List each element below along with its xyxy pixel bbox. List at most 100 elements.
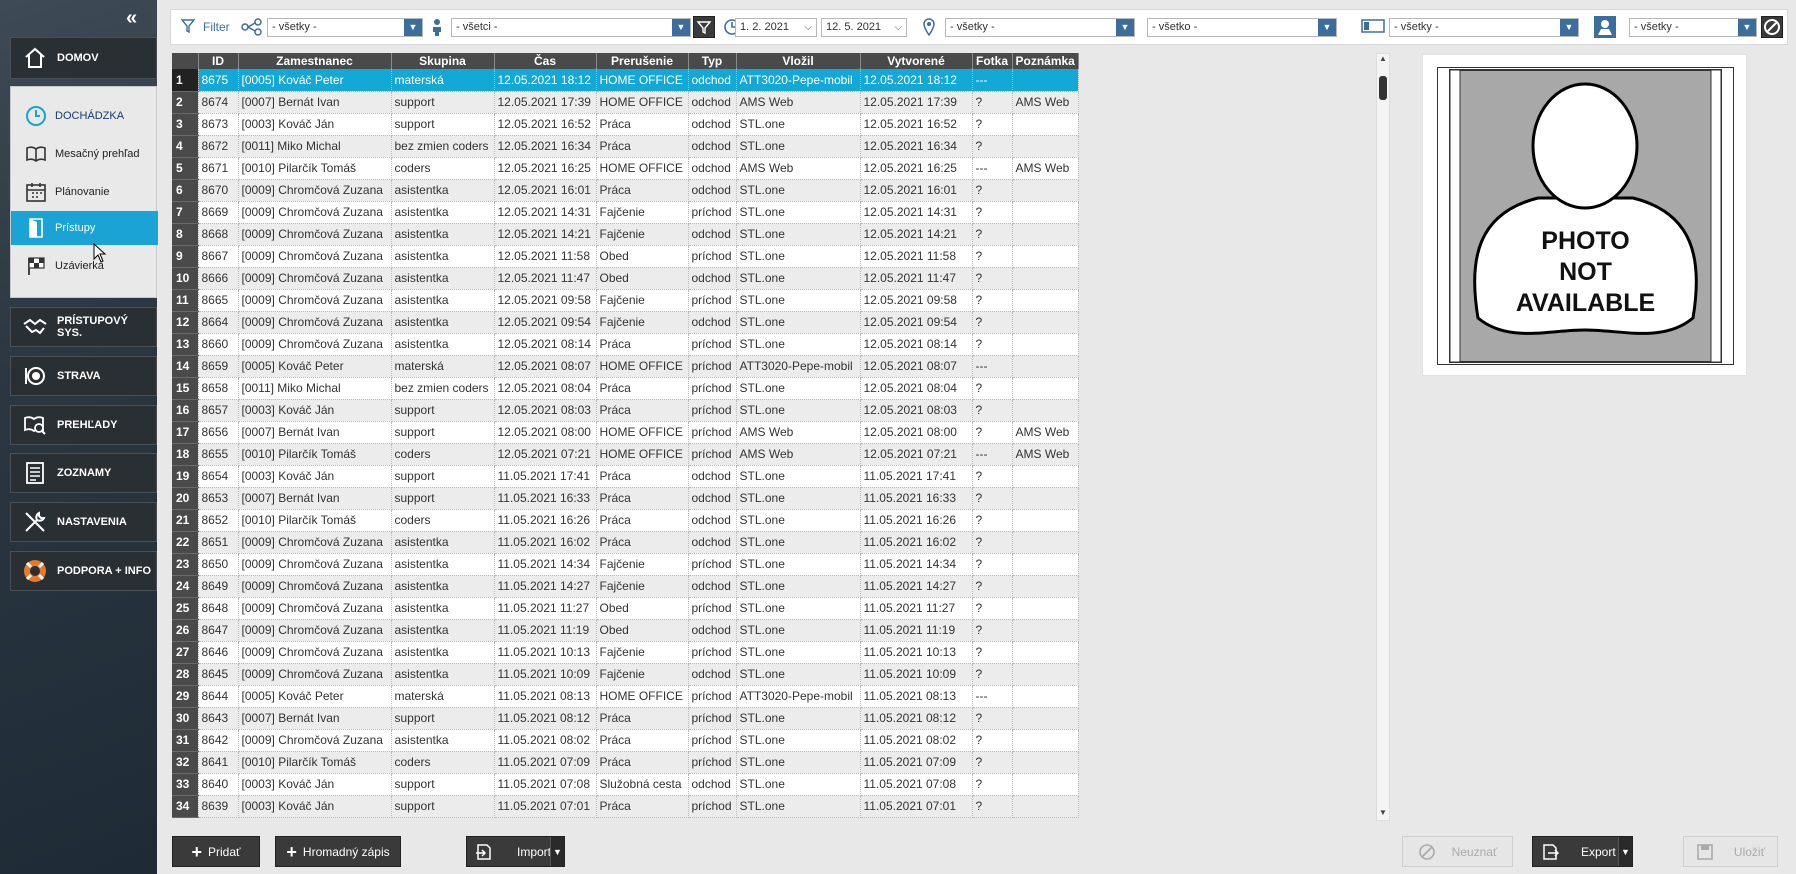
location-select[interactable]: - všetky - ▼	[945, 18, 1135, 37]
table-row[interactable]: 27 8646 [0009] Chromčová Zuzana asistentka 1…	[172, 641, 1079, 664]
type-select-value: - všetko -	[1152, 21, 1198, 33]
table-row[interactable]: 33 8640 [0003] Kováč Ján support 11.05.2021 …	[172, 773, 1079, 796]
table-row[interactable]: 13 8660 [0009] Chromčová Zuzana asistentka 1…	[172, 333, 1079, 356]
row-number-cell: 14	[172, 355, 199, 378]
table-row[interactable]: 14 8659 [0005] Kováč Peter materská 12.05.20…	[172, 355, 1079, 378]
date-from-input[interactable]: 1. 2. 2021 ⌵	[735, 18, 817, 37]
table-row[interactable]: 2 8674 [0007] Bernát Ivan support 12.05.2021…	[172, 91, 1079, 114]
table-row[interactable]: 28 8645 [0009] Chromčová Zuzana asistentka 1…	[172, 663, 1079, 686]
table-row[interactable]: 34 8639 [0003] Kováč Ján support 11.05.2021 …	[172, 795, 1079, 818]
terminal-select[interactable]: - všetky - ▼	[1389, 18, 1579, 37]
interruption-cell: Práca	[596, 729, 689, 752]
apply-filter-button[interactable]	[693, 16, 715, 38]
col-type[interactable]: Typ	[688, 53, 737, 69]
time-cell: 12.05.2021 16:52	[494, 113, 597, 136]
collapse-sidebar-icon[interactable]: «	[126, 8, 146, 28]
table-row[interactable]: 29 8644 [0005] Kováč Peter materská 11.05.20…	[172, 685, 1079, 708]
table-row[interactable]: 10 8666 [0009] Chromčová Zuzana asistentka 1…	[172, 267, 1079, 290]
table-row[interactable]: 3 8673 [0003] Kováč Ján support 12.05.2021 1…	[172, 113, 1079, 136]
nav-reports[interactable]: PREHĽADY	[10, 405, 157, 445]
col-interruption[interactable]: Prerušenie	[596, 53, 689, 69]
submenu-head-dochadzka[interactable]: DOCHÁDZKA	[11, 99, 158, 133]
reject-button[interactable]: Neuznať	[1402, 836, 1513, 867]
table-row[interactable]: 24 8649 [0009] Chromčová Zuzana asistentka 1…	[172, 575, 1079, 598]
table-row[interactable]: 6 8670 [0009] Chromčová Zuzana asistentka 12…	[172, 179, 1079, 202]
submenu-item-monthly[interactable]: Mesačný prehľad	[11, 137, 158, 171]
nav-settings[interactable]: NASTAVENIA	[10, 502, 157, 542]
created-cell: 12.05.2021 08:14	[860, 333, 973, 356]
table-row[interactable]: 12 8664 [0009] Chromčová Zuzana asistentka 1…	[172, 311, 1079, 334]
table-row[interactable]: 31 8642 [0009] Chromčová Zuzana asistentka 1…	[172, 729, 1079, 752]
table-row[interactable]: 26 8647 [0009] Chromčová Zuzana asistentka 1…	[172, 619, 1079, 642]
import-button[interactable]: Import ▼	[466, 836, 565, 867]
group-select[interactable]: - všetky - ▼	[267, 18, 423, 37]
col-photo[interactable]: Fotka	[972, 53, 1013, 69]
table-row[interactable]: 11 8665 [0009] Chromčová Zuzana asistentka 1…	[172, 289, 1079, 312]
group-cell: asistentka	[391, 311, 495, 334]
export-icon	[1543, 843, 1559, 860]
table-row[interactable]: 16 8657 [0003] Kováč Ján support 12.05.2021 …	[172, 399, 1079, 422]
col-employee[interactable]: Zamestnanec	[238, 53, 392, 69]
nav-lists[interactable]: ZOZNAMY	[10, 453, 157, 493]
submenu-item-access[interactable]: Prístupy	[11, 211, 158, 245]
export-button[interactable]: Export ▼	[1532, 836, 1633, 867]
time-cell: 12.05.2021 08:14	[494, 333, 597, 356]
col-created[interactable]: Vytvorené	[860, 53, 973, 69]
export-dropdown-icon[interactable]: ▼	[1618, 837, 1632, 866]
table-row[interactable]: 20 8653 [0007] Bernát Ivan support 11.05.202…	[172, 487, 1079, 510]
table-row[interactable]: 4 8672 [0011] Miko Michal bez zmien coders 1…	[172, 135, 1079, 158]
table-row[interactable]: 15 8658 [0011] Miko Michal bez zmien coders…	[172, 377, 1079, 400]
date-to-input[interactable]: 12. 5. 2021 ⌵	[821, 18, 907, 37]
clear-filter-button[interactable]	[1761, 16, 1783, 38]
table-row[interactable]: 5 8671 [0010] Pilarčík Tomáš coders 12.05.20…	[172, 157, 1079, 180]
nav-food[interactable]: STRAVA	[10, 356, 157, 396]
scroll-down-icon[interactable]: ▼	[1377, 808, 1389, 820]
photo-cell: ?	[972, 465, 1013, 488]
row-number-cell: 10	[172, 267, 199, 290]
table-row[interactable]: 19 8654 [0003] Kováč Ján support 11.05.2021 …	[172, 465, 1079, 488]
table-row[interactable]: 9 8667 [0009] Chromčová Zuzana asistentka 12…	[172, 245, 1079, 268]
table-row[interactable]: 1 8675 [0005] Kováč Peter materská 12.05.202…	[172, 69, 1079, 92]
type-select[interactable]: - všetko - ▼	[1147, 18, 1337, 37]
table-row[interactable]: 21 8652 [0010] Pilarčík Tomáš coders 11.05.2…	[172, 509, 1079, 532]
nav-support[interactable]: PODPORA + INFO	[10, 551, 157, 591]
table-row[interactable]: 18 8655 [0010] Pilarčík Tomáš coders 12.05.2…	[172, 443, 1079, 466]
bulk-entry-button[interactable]: + Hromadný zápis	[275, 836, 401, 867]
scroll-thumb[interactable]	[1379, 76, 1387, 100]
interruption-cell: Práca	[596, 135, 689, 158]
note-cell	[1012, 135, 1079, 158]
col-time[interactable]: Čas	[494, 53, 597, 69]
photo-cell: ?	[972, 707, 1013, 730]
col-group[interactable]: Skupina	[391, 53, 495, 69]
note-cell	[1012, 223, 1079, 246]
table-scrollbar[interactable]: ▲ ▼	[1376, 53, 1390, 821]
submenu-item-closing[interactable]: Uzávierka	[11, 249, 158, 283]
created-cell: 12.05.2021 07:21	[860, 443, 973, 466]
type-cell: príchod	[688, 399, 737, 422]
import-dropdown-icon[interactable]: ▼	[550, 837, 564, 866]
chevron-down-icon: ▼	[1560, 19, 1578, 36]
type-cell: príchod	[688, 377, 737, 400]
table-row[interactable]: 30 8643 [0007] Bernát Ivan support 11.05.202…	[172, 707, 1079, 730]
scroll-up-icon[interactable]: ▲	[1377, 54, 1389, 66]
source-select[interactable]: - všetky - ▼	[1629, 18, 1757, 37]
table-row[interactable]: 22 8651 [0009] Chromčová Zuzana asistentka 1…	[172, 531, 1079, 554]
nav-home[interactable]: DOMOV	[10, 37, 157, 79]
table-row[interactable]: 17 8656 [0007] Bernát Ivan support 12.05.202…	[172, 421, 1079, 444]
photo-not-available-text: PHOTO NOT AVAILABLE	[1438, 226, 1733, 319]
table-row[interactable]: 23 8650 [0009] Chromčová Zuzana asistentka 1…	[172, 553, 1079, 576]
col-id[interactable]: ID	[198, 53, 239, 69]
save-button[interactable]: Uložiť	[1683, 836, 1778, 867]
table-row[interactable]: 8 8668 [0009] Chromčová Zuzana asistentka 12…	[172, 223, 1079, 246]
nav-access-system[interactable]: PRÍSTUPOVÝ SYS.	[10, 307, 157, 347]
employee-select[interactable]: - všetci - ▼	[451, 18, 691, 37]
table-row[interactable]: 25 8648 [0009] Chromčová Zuzana asistentka 1…	[172, 597, 1079, 620]
table-row[interactable]: 32 8641 [0010] Pilarčík Tomáš coders 11.05.2…	[172, 751, 1079, 774]
row-number-cell: 15	[172, 377, 199, 400]
table-row[interactable]: 7 8669 [0009] Chromčová Zuzana asistentka 12…	[172, 201, 1079, 224]
col-note[interactable]: Poznámka	[1012, 53, 1079, 69]
add-button[interactable]: + Pridať	[172, 836, 260, 867]
col-inserted-by[interactable]: Vložil	[736, 53, 861, 69]
submenu-item-planning[interactable]: Plánovanie	[11, 175, 158, 209]
id-cell: 8674	[198, 91, 239, 114]
